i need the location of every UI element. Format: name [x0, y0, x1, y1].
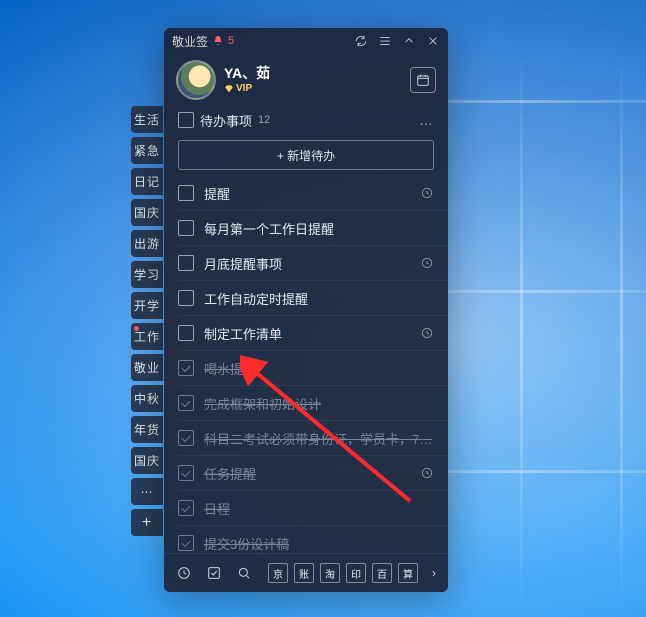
vip-badge: VIP — [224, 83, 270, 95]
todo-label: 提交3份设计稿 — [204, 534, 289, 553]
sync-icon[interactable] — [354, 34, 368, 48]
todo-checkbox[interactable] — [178, 185, 194, 201]
todo-checkbox[interactable] — [178, 220, 194, 236]
todo-label: 完成框架和初始设计 — [204, 394, 321, 413]
notification-count: 5 — [228, 35, 234, 47]
section-count: 12 — [258, 114, 270, 126]
section-title: 待办事项 — [200, 111, 252, 130]
side-tab-0[interactable]: 生活 — [131, 106, 163, 133]
quick-link-1[interactable]: 账 — [294, 563, 314, 583]
todo-panel: 敬业签 5 YA、茹 VIP — [164, 28, 448, 592]
calendar-button[interactable] — [410, 67, 436, 93]
todo-checkbox[interactable] — [178, 465, 194, 481]
todo-label: 喝水提醒 — [204, 359, 256, 378]
todo-label: 科目二考试必须带身份证，学员卡，7… — [204, 429, 432, 448]
todo-label: 工作自动定时提醒 — [204, 289, 308, 308]
todo-row[interactable]: 科目二考试必须带身份证，学员卡，7… — [178, 421, 448, 456]
todo-checkbox[interactable] — [178, 290, 194, 306]
side-tab-4[interactable]: 出游 — [131, 230, 163, 257]
side-tab-2[interactable]: 日记 — [131, 168, 163, 195]
todo-checkbox[interactable] — [178, 395, 194, 411]
todo-row[interactable]: 月底提醒事项 — [178, 246, 448, 281]
side-tab-1[interactable]: 紧急 — [131, 137, 163, 164]
todo-checkbox[interactable] — [178, 430, 194, 446]
side-tab-10[interactable]: 年货 — [131, 416, 163, 443]
bottom-bar: 京账淘印百算 › — [164, 553, 448, 592]
side-tab-7[interactable]: 工作 — [131, 323, 163, 350]
section-header: 待办事项 12 … — [164, 108, 448, 132]
side-tab-3[interactable]: 国庆 — [131, 199, 163, 226]
clock-icon — [420, 256, 434, 270]
quick-link-5[interactable]: 算 — [398, 563, 418, 583]
todo-checkbox[interactable] — [178, 255, 194, 271]
add-todo-button[interactable]: + 新增待办 — [178, 140, 434, 170]
todo-label: 每月第一个工作日提醒 — [204, 219, 334, 238]
quick-link-3[interactable]: 印 — [346, 563, 366, 583]
category-side-tabs: 生活紧急日记国庆出游学习开学工作敬业中秋年货国庆⋯+ — [131, 106, 163, 540]
todo-row[interactable]: 提交3份设计稿 — [178, 526, 448, 553]
clock-icon — [420, 186, 434, 200]
side-tab-add[interactable]: + — [131, 509, 163, 536]
history-icon[interactable] — [176, 565, 192, 581]
todo-row[interactable]: 工作自动定时提醒 — [178, 281, 448, 316]
todo-label: 制定工作清单 — [204, 324, 282, 343]
todo-row[interactable]: 日程 — [178, 491, 448, 526]
clock-icon — [420, 326, 434, 340]
side-tab-6[interactable]: 开学 — [131, 292, 163, 319]
chevron-right-icon[interactable]: › — [432, 566, 436, 580]
todo-label: 日程 — [204, 499, 230, 518]
side-tab-5[interactable]: 学习 — [131, 261, 163, 288]
user-name: YA、茹 — [224, 65, 270, 82]
side-tab-9[interactable]: 中秋 — [131, 385, 163, 412]
side-tab-11[interactable]: 国庆 — [131, 447, 163, 474]
todo-checkbox[interactable] — [178, 325, 194, 341]
side-tab-more[interactable]: ⋯ — [131, 478, 163, 505]
menu-icon[interactable] — [378, 34, 392, 48]
quick-link-4[interactable]: 百 — [372, 563, 392, 583]
side-tab-8[interactable]: 敬业 — [131, 354, 163, 381]
clock-icon — [420, 466, 434, 480]
todo-label: 提醒 — [204, 184, 230, 203]
app-name: 敬业签 — [172, 33, 208, 50]
completed-icon[interactable] — [206, 565, 222, 581]
todo-row[interactable]: 制定工作清单 — [178, 316, 448, 351]
title-bar: 敬业签 5 — [164, 28, 448, 54]
user-row: YA、茹 VIP — [164, 54, 448, 108]
todo-row[interactable]: 完成框架和初始设计 — [178, 386, 448, 421]
todo-checkbox[interactable] — [178, 535, 194, 551]
quick-link-2[interactable]: 淘 — [320, 563, 340, 583]
section-more-button[interactable]: … — [419, 112, 434, 128]
quick-link-group: 京账淘印百算 — [268, 563, 418, 583]
todo-row[interactable]: 提醒 — [178, 176, 448, 211]
close-icon[interactable] — [426, 34, 440, 48]
search-icon[interactable] — [236, 565, 252, 581]
todo-row[interactable]: 任务提醒 — [178, 456, 448, 491]
todo-list: 提醒每月第一个工作日提醒月底提醒事项工作自动定时提醒制定工作清单喝水提醒完成框架… — [164, 176, 448, 553]
avatar[interactable] — [176, 60, 216, 100]
todo-row[interactable]: 喝水提醒 — [178, 351, 448, 386]
todo-label: 任务提醒 — [204, 464, 256, 483]
todo-row[interactable]: 每月第一个工作日提醒 — [178, 211, 448, 246]
collapse-icon[interactable] — [402, 34, 416, 48]
todo-label: 月底提醒事项 — [204, 254, 282, 273]
todo-checkbox[interactable] — [178, 500, 194, 516]
todo-checkbox[interactable] — [178, 360, 194, 376]
section-checkbox-icon — [178, 112, 194, 128]
quick-link-0[interactable]: 京 — [268, 563, 288, 583]
bell-icon — [212, 35, 224, 47]
